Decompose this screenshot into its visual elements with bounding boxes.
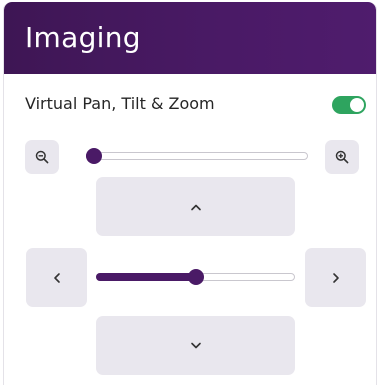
ptz-toggle-row: Virtual Pan, Tilt & Zoom bbox=[4, 90, 376, 120]
zoom-slider-track bbox=[86, 152, 308, 160]
zoom-slider[interactable] bbox=[86, 148, 308, 164]
zoom-slider-thumb[interactable] bbox=[86, 148, 102, 164]
panel-header: Imaging bbox=[4, 2, 376, 74]
zoom-in-button[interactable] bbox=[325, 140, 359, 174]
chevron-up-icon bbox=[190, 204, 201, 210]
panel-title: Imaging bbox=[25, 21, 141, 54]
pan-slider[interactable] bbox=[96, 269, 295, 285]
imaging-panel: Imaging Virtual Pan, Tilt & Zoom bbox=[3, 2, 377, 385]
pan-right-button[interactable] bbox=[305, 248, 366, 307]
tilt-down-button[interactable] bbox=[96, 316, 295, 375]
ptz-toggle[interactable] bbox=[332, 96, 366, 114]
tilt-up-button[interactable] bbox=[96, 177, 295, 236]
chevron-down-icon bbox=[190, 342, 201, 348]
zoom-out-button[interactable] bbox=[25, 140, 59, 174]
zoom-out-icon bbox=[35, 150, 49, 164]
pan-slider-thumb[interactable] bbox=[187, 269, 204, 285]
chevron-left-icon bbox=[53, 272, 60, 283]
ptz-label: Virtual Pan, Tilt & Zoom bbox=[25, 94, 215, 113]
toggle-knob bbox=[350, 98, 364, 112]
pan-slider-fill bbox=[96, 273, 196, 281]
zoom-in-icon bbox=[335, 150, 349, 164]
pan-left-button[interactable] bbox=[26, 248, 87, 307]
chevron-right-icon bbox=[332, 272, 339, 283]
